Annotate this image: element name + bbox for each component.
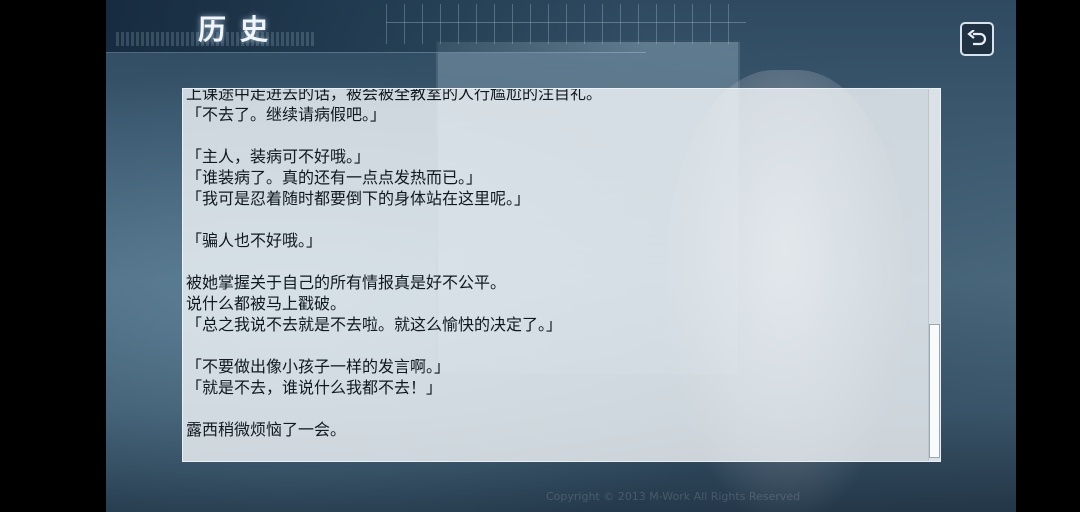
log-line: 「总之我说不去就是不去啦。就这么愉快的决定了。」	[186, 315, 563, 334]
decorative-hud-lines	[386, 4, 746, 44]
log-line: 「我可是忍着随时都要倒下的身体站在这里呢。」	[186, 189, 531, 208]
log-spacer	[186, 440, 921, 461]
page-title: 历史	[198, 13, 283, 46]
log-line: 「不要做出像小孩子一样的发言啊。」	[186, 357, 451, 376]
log-line: 被她掌握关于自己的所有情报真是好不公平。	[186, 273, 507, 292]
history-log-panel[interactable]: 上课途中走进去的话，被会被全教室的人行尴尬的注目礼。 「不去了。继续请病假吧。」「…	[182, 88, 941, 462]
log-line: 露西稍微烦恼了一会。	[186, 420, 347, 439]
log-line: 上课途中走进去的话，被会被全教室的人行尴尬的注目礼。	[186, 88, 603, 103]
log-line: 「……没办法了呢。这有这一次哦？」	[186, 461, 921, 462]
history-log: 上课途中走进去的话，被会被全教室的人行尴尬的注目礼。 「不去了。继续请病假吧。」「…	[186, 88, 921, 462]
log-line: 「不去了。继续请病假吧。」	[186, 105, 387, 124]
scrollbar-thumb[interactable]	[929, 324, 940, 458]
log-spacer	[186, 335, 921, 356]
scrollbar-track[interactable]	[928, 89, 940, 461]
log-line: 「主人，装病可不好哦。」	[186, 147, 371, 166]
log-line: 「就是不去，谁说什么我都不去！」	[186, 378, 443, 397]
log-spacer	[186, 398, 921, 419]
log-spacer	[186, 251, 921, 272]
log-line: 说什么都被马上戳破。	[186, 294, 347, 313]
log-spacer	[186, 125, 921, 146]
log-line: 「谁装病了。真的还有一点点发热而已。」	[186, 168, 483, 187]
return-arrow-icon	[967, 30, 987, 46]
log-spacer	[186, 209, 921, 230]
back-button[interactable]	[960, 22, 994, 56]
log-line: 「骗人也不好哦。」	[186, 231, 323, 250]
copyright-text: Copyright © 2013 M-Work All Rights Reser…	[546, 490, 801, 503]
